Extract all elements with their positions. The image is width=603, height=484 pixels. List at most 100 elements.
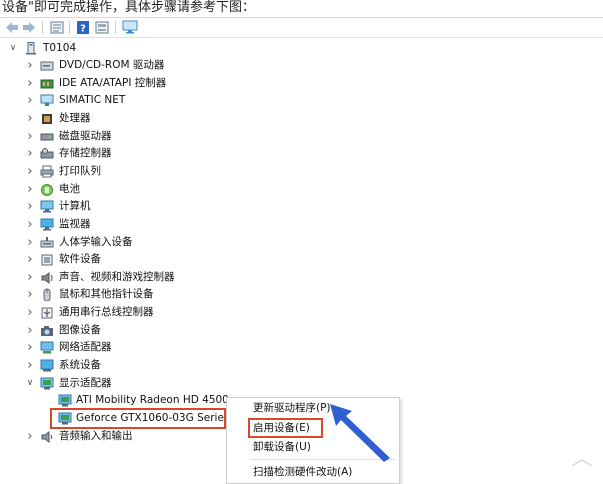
- chevron-right-icon[interactable]: ›: [25, 251, 35, 268]
- tree-category-item[interactable]: › 软件设备: [0, 251, 300, 268]
- hid-icon: [40, 236, 54, 249]
- chevron-right-icon[interactable]: ›: [25, 198, 35, 215]
- tree-item-label: 软件设备: [59, 253, 101, 265]
- chevron-down-icon[interactable]: ∨: [25, 375, 35, 392]
- enable-device-highlight: [248, 418, 323, 438]
- tree-category-item[interactable]: › 通用串行总线控制器: [0, 304, 300, 321]
- tree-category-item[interactable]: › 存储控制器: [0, 145, 300, 162]
- tree-item-label: 显示适配器: [59, 377, 112, 389]
- network-adapter-icon: [40, 341, 54, 354]
- tree-category-item[interactable]: › 电池: [0, 181, 300, 198]
- tree-category-item[interactable]: › 网络适配器: [0, 339, 300, 356]
- tree-item-label: IDE ATA/ATAPI 控制器: [59, 77, 167, 89]
- chevron-right-icon[interactable]: ›: [25, 92, 35, 109]
- tree-item-label: 存储控制器: [59, 147, 112, 159]
- chevron-right-icon[interactable]: ›: [25, 269, 35, 286]
- chevron-right-icon[interactable]: ›: [25, 110, 35, 127]
- tree-root[interactable]: ∨ T0104: [0, 40, 300, 57]
- menu-item-scan-hardware[interactable]: 扫描检测硬件改动(A): [253, 463, 352, 481]
- toolbar-separator: [69, 21, 70, 34]
- storage-controller-icon: [40, 147, 54, 160]
- computer-icon: [40, 200, 54, 213]
- tree-category-item[interactable]: › 图像设备: [0, 322, 300, 339]
- tree-category-item[interactable]: › DVD/CD-ROM 驱动器: [0, 57, 300, 74]
- tree-category-item[interactable]: › 监视器: [0, 216, 300, 233]
- tree-item-label: 音频输入和输出: [59, 430, 133, 442]
- chevron-right-icon[interactable]: ›: [25, 357, 35, 374]
- toolbar-separator: [42, 21, 43, 34]
- system-device-icon: [40, 359, 54, 372]
- resize-grip-icon: [571, 459, 593, 467]
- battery-icon: [40, 183, 54, 196]
- menu-item-uninstall-device[interactable]: 卸载设备(U): [253, 438, 311, 456]
- intro-text: 设备"即可完成操作，具体步骤请参考下图：: [2, 0, 255, 15]
- ide-controller-icon: [40, 77, 54, 90]
- chevron-right-icon[interactable]: ›: [25, 163, 35, 180]
- forward-arrow-icon[interactable]: [22, 20, 36, 35]
- chevron-right-icon[interactable]: ›: [25, 322, 35, 339]
- mouse-icon: [40, 288, 54, 302]
- tree-category-item[interactable]: › 系统设备: [0, 357, 300, 374]
- tree-item-label: 通用串行总线控制器: [59, 306, 154, 318]
- chevron-right-icon[interactable]: ›: [25, 145, 35, 162]
- svg-text:?: ?: [80, 24, 86, 35]
- toolbar: ?: [0, 18, 603, 38]
- chevron-right-icon[interactable]: ›: [25, 216, 35, 233]
- network-node-icon: [40, 94, 54, 107]
- chevron-right-icon[interactable]: ›: [25, 339, 35, 356]
- gpu-icon: [58, 394, 72, 407]
- selected-device-highlight: [50, 408, 226, 429]
- tree-root-label: T0104: [43, 42, 77, 54]
- back-arrow-icon[interactable]: [5, 20, 19, 35]
- tree-item-label: 声音、视频和游戏控制器: [59, 271, 175, 283]
- monitor-scan-icon[interactable]: [122, 20, 138, 35]
- tree-category-item[interactable]: › 人体学输入设备: [0, 234, 300, 251]
- tree-category-item[interactable]: › SIMATIC NET: [0, 92, 300, 109]
- tree-category-item[interactable]: › 声音、视频和游戏控制器: [0, 269, 300, 286]
- tree-item-label: 系统设备: [59, 359, 101, 371]
- usb-icon: [40, 306, 54, 319]
- chevron-right-icon[interactable]: ›: [25, 286, 35, 303]
- tree-category-item[interactable]: › 磁盘驱动器: [0, 128, 300, 145]
- tree-item-label: 电池: [59, 183, 80, 195]
- tree-item-label: SIMATIC NET: [59, 94, 126, 106]
- tree-category-item[interactable]: › 鼠标和其他指针设备: [0, 286, 300, 303]
- chevron-right-icon[interactable]: ›: [25, 57, 35, 74]
- tree-item-label: DVD/CD-ROM 驱动器: [59, 59, 165, 71]
- toolbar-separator: [115, 21, 116, 34]
- tree-item-label: 图像设备: [59, 324, 101, 336]
- printer-icon: [40, 165, 54, 178]
- tree-category-item[interactable]: › IDE ATA/ATAPI 控制器: [0, 75, 300, 92]
- tree-item-label: ATI Mobility Radeon HD 4500: [76, 394, 229, 406]
- chevron-right-icon[interactable]: ›: [25, 75, 35, 92]
- tree-category-item[interactable]: › 计算机: [0, 198, 300, 215]
- chevron-right-icon[interactable]: ›: [25, 128, 35, 145]
- audio-io-icon: [40, 430, 54, 443]
- chevron-right-icon[interactable]: ›: [25, 428, 35, 445]
- device-manager-window: ? ∨ T0104 › DVD/CD-ROM 驱动器 › IDE ATA/ATAPI …: [0, 17, 603, 484]
- chevron-right-icon[interactable]: ›: [25, 304, 35, 321]
- disk-drive-icon: [40, 130, 54, 143]
- chevron-right-icon[interactable]: ›: [25, 234, 35, 251]
- dvd-drive-icon: [40, 59, 54, 72]
- camera-icon: [40, 324, 54, 337]
- tree-item-label: 磁盘驱动器: [59, 130, 112, 142]
- tree-item-label: 处理器: [59, 112, 91, 124]
- tree-item-label: 打印队列: [59, 165, 101, 177]
- tree-category-item[interactable]: ∨ 显示适配器: [0, 375, 300, 392]
- tree-item-label: 监视器: [59, 218, 91, 230]
- speaker-icon: [40, 271, 54, 284]
- update-driver-icon[interactable]: [95, 20, 109, 35]
- help-icon[interactable]: ?: [76, 20, 90, 35]
- computer-root-icon: [24, 42, 38, 55]
- tree-category-item[interactable]: › 处理器: [0, 110, 300, 127]
- software-device-icon: [40, 253, 54, 266]
- tree-item-label: 人体学输入设备: [59, 236, 133, 248]
- chevron-right-icon[interactable]: ›: [25, 181, 35, 198]
- menu-item-update-driver[interactable]: 更新驱动程序(P): [253, 399, 331, 417]
- tree-category-item[interactable]: › 打印队列: [0, 163, 300, 180]
- tree-item-label: 网络适配器: [59, 341, 112, 353]
- properties-icon[interactable]: [50, 20, 64, 35]
- chevron-down-icon[interactable]: ∨: [8, 40, 18, 57]
- annotation-arrow-icon: [330, 404, 390, 462]
